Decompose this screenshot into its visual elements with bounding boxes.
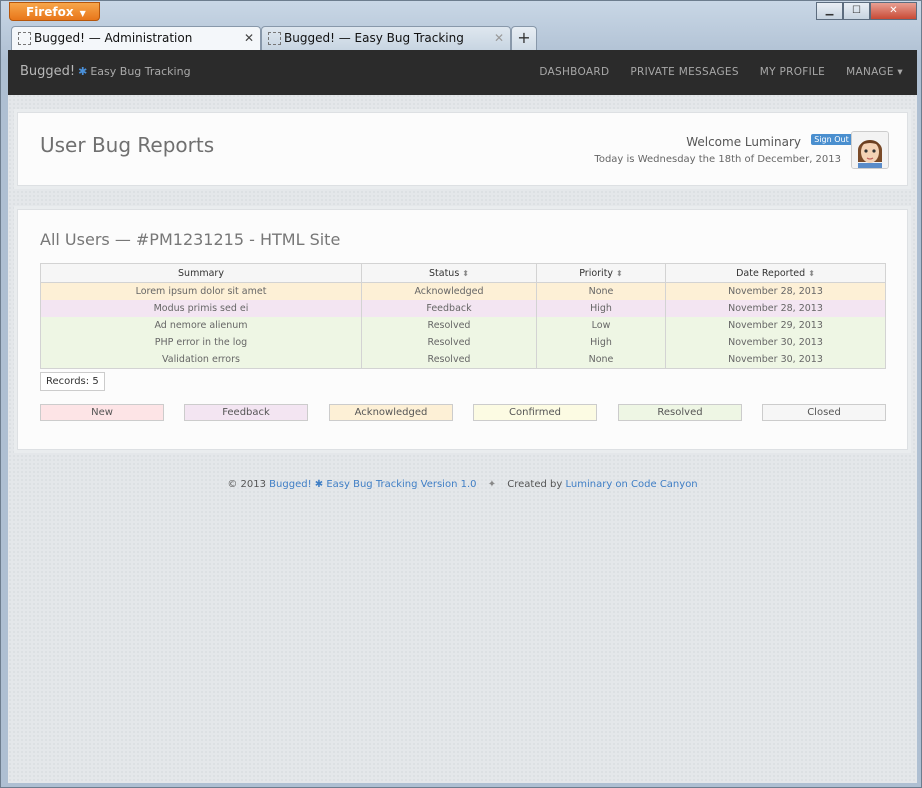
cell-summary[interactable]: Modus primis sed ei <box>40 300 362 317</box>
column-summary[interactable]: Summary <box>40 263 362 283</box>
cell-status: Resolved <box>361 317 537 334</box>
table-row[interactable]: Validation errors Resolved None November… <box>40 351 886 369</box>
cell-summary[interactable]: PHP error in the log <box>40 334 362 351</box>
table-row[interactable]: Modus primis sed ei Feedback High Novemb… <box>40 300 886 317</box>
cell-status: Acknowledged <box>361 282 537 300</box>
close-window-button[interactable]: ✕ <box>870 2 917 20</box>
cell-priority: High <box>536 334 666 351</box>
column-label: Summary <box>178 267 224 279</box>
column-priority[interactable]: Priority ⬍ <box>536 263 666 283</box>
welcome-text: Welcome Luminary <box>686 135 801 149</box>
legend-feedback: Feedback <box>184 404 308 421</box>
cell-date: November 28, 2013 <box>665 282 886 300</box>
cell-date: November 28, 2013 <box>665 300 886 317</box>
legend-resolved: Resolved <box>618 404 742 421</box>
table-header-row: Summary Status ⬍ Priority ⬍ Date Reported ⬍ <box>40 263 886 283</box>
cell-date: November 30, 2013 <box>665 351 886 369</box>
minimize-button[interactable]: ▁ <box>816 2 843 20</box>
app-link-version[interactable]: Easy Bug Tracking Version 1.0 <box>326 479 476 490</box>
column-status[interactable]: Status ⬍ <box>361 263 537 283</box>
report-panel: All Users — #PM1231215 - HTML Site Summa… <box>17 209 908 450</box>
copyright: © 2013 <box>227 479 266 490</box>
report-title: All Users — #PM1231215 - HTML Site <box>40 230 341 249</box>
status-legend: New Feedback Acknowledged Confirmed Reso… <box>40 404 886 422</box>
header-panel: User Bug Reports Welcome Luminary Sign O… <box>17 112 908 186</box>
tab-easy-bug-tracking[interactable]: Bugged! — Easy Bug Tracking ✕ <box>261 26 511 50</box>
nav-links: DASHBOARD PRIVATE MESSAGES MY PROFILE MA… <box>539 66 903 78</box>
sort-icon[interactable]: ⬍ <box>462 269 469 278</box>
brand[interactable]: Bugged! ✱ Easy Bug Tracking <box>20 64 191 79</box>
cell-summary[interactable]: Ad nemore alienum <box>40 317 362 334</box>
cell-priority: None <box>536 351 666 369</box>
column-date-reported[interactable]: Date Reported ⬍ <box>665 263 886 283</box>
app-link-name[interactable]: Bugged! <box>269 479 311 490</box>
chevron-down-icon: ▼ <box>79 9 86 18</box>
column-label: Priority <box>579 267 614 279</box>
bug-icon: ✱ <box>78 65 88 78</box>
bug-table: Summary Status ⬍ Priority ⬍ Date Reported ⬍… <box>40 263 886 369</box>
browser-window: Firefox ▼ ▁ ☐ ✕ Bugged! — Administration … <box>0 0 922 788</box>
cell-status: Feedback <box>361 300 537 317</box>
cell-status: Resolved <box>361 334 537 351</box>
maximize-button[interactable]: ☐ <box>843 2 870 20</box>
avatar-icon <box>852 132 888 168</box>
firefox-menu-button[interactable]: Firefox ▼ <box>9 2 100 21</box>
author-link[interactable]: Luminary on Code Canyon <box>565 479 697 490</box>
new-tab-button[interactable]: + <box>511 26 537 50</box>
cell-priority: Low <box>536 317 666 334</box>
nav-private-messages[interactable]: PRIVATE MESSAGES <box>630 66 738 78</box>
tab-label: Bugged! — Administration <box>34 31 193 45</box>
cell-date: November 29, 2013 <box>665 317 886 334</box>
page-icon <box>268 32 281 45</box>
table-row[interactable]: PHP error in the log Resolved High Novem… <box>40 334 886 351</box>
legend-acknowledged: Acknowledged <box>329 404 453 421</box>
bug-icon: ✱ <box>314 479 324 490</box>
cell-summary[interactable]: Lorem ipsum dolor sit amet <box>40 282 362 300</box>
cell-date: November 30, 2013 <box>665 334 886 351</box>
brand-subtitle[interactable]: Easy Bug Tracking <box>90 65 190 78</box>
nav-my-profile[interactable]: MY PROFILE <box>760 66 825 78</box>
legend-confirmed: Confirmed <box>473 404 597 421</box>
cell-summary[interactable]: Validation errors <box>40 351 362 369</box>
sort-icon[interactable]: ⬍ <box>808 269 815 278</box>
table-row[interactable]: Ad nemore alienum Resolved Low November … <box>40 317 886 334</box>
close-tab-icon[interactable]: ✕ <box>244 27 254 49</box>
close-tab-icon[interactable]: ✕ <box>494 27 504 49</box>
nav-manage[interactable]: MANAGE ▾ <box>846 66 903 78</box>
records-count: Records: 5 <box>40 372 105 391</box>
cell-priority: High <box>536 300 666 317</box>
records-value: 5 <box>92 376 99 387</box>
today-date: Today is Wednesday the 18th of December,… <box>594 154 841 165</box>
cell-priority: None <box>536 282 666 300</box>
brand-name[interactable]: Bugged! <box>20 64 75 79</box>
column-label: Status <box>429 267 460 279</box>
separator-icon: ✦ <box>487 479 497 490</box>
top-navbar: Bugged! ✱ Easy Bug Tracking DASHBOARD PRIV… <box>8 50 917 95</box>
records-label: Records: <box>46 376 90 387</box>
tab-administration[interactable]: Bugged! — Administration ✕ <box>11 26 261 50</box>
tab-label: Bugged! — Easy Bug Tracking <box>284 31 464 45</box>
avatar[interactable] <box>851 131 889 169</box>
app-link[interactable]: Bugged! ✱ Easy Bug Tracking Version 1.0 <box>269 479 476 490</box>
cell-status: Resolved <box>361 351 537 369</box>
footer: © 2013 Bugged! ✱ Easy Bug Tracking Versi… <box>8 479 917 490</box>
page-icon <box>18 32 31 45</box>
sort-icon[interactable]: ⬍ <box>616 269 623 278</box>
table-row[interactable]: Lorem ipsum dolor sit amet Acknowledged … <box>40 282 886 300</box>
nav-dashboard[interactable]: DASHBOARD <box>539 66 609 78</box>
column-label: Date Reported <box>736 267 806 279</box>
firefox-menu-label[interactable]: Firefox <box>26 5 74 19</box>
legend-new: New <box>40 404 164 421</box>
page-viewport: Bugged! ✱ Easy Bug Tracking DASHBOARD PRIV… <box>8 50 917 783</box>
page-title: User Bug Reports <box>40 133 215 157</box>
created-by: Created by <box>507 479 563 490</box>
legend-closed: Closed <box>762 404 886 421</box>
